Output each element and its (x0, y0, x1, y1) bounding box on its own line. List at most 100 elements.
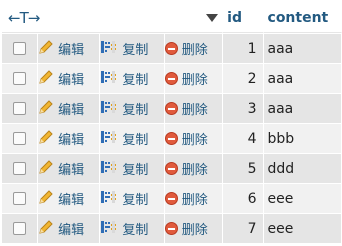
delete-label[interactable]: 删除 (182, 99, 208, 118)
edit-link[interactable]: 编辑 (38, 39, 84, 59)
header-actions-cell: ←T→ (2, 4, 224, 33)
delete-cell: 删除 (164, 183, 224, 213)
copy-label[interactable]: 复制 (122, 159, 148, 178)
delete-link[interactable]: 删除 (164, 189, 208, 208)
cell-id: 6 (223, 183, 264, 213)
table-header-row: ←T→ id content (2, 4, 342, 33)
delete-icon (164, 101, 178, 115)
copy-icon (100, 99, 118, 119)
copy-link[interactable]: 复制 (100, 69, 148, 89)
pencil-icon (38, 159, 54, 179)
row-checkbox[interactable] (13, 222, 27, 235)
column-header-content[interactable]: content (263, 4, 342, 33)
edit-cell: 编辑 (38, 33, 101, 63)
delete-label[interactable]: 删除 (182, 219, 208, 238)
delete-icon (164, 191, 178, 205)
edit-label[interactable]: 编辑 (58, 159, 84, 178)
copy-icon (100, 39, 118, 59)
copy-label[interactable]: 复制 (122, 189, 148, 208)
edit-cell: 编辑 (38, 93, 101, 123)
column-arrows-icon[interactable]: ←T→ (2, 9, 40, 27)
cell-id: 7 (223, 213, 264, 243)
delete-label[interactable]: 删除 (182, 129, 208, 148)
table-row: 编辑 复制 删除 6 eee (2, 183, 342, 213)
top-edge-fragment (2, 0, 32, 2)
copy-link[interactable]: 复制 (100, 99, 148, 119)
cell-id: 3 (223, 93, 264, 123)
delete-icon (164, 221, 178, 235)
delete-icon (164, 71, 178, 85)
copy-label[interactable]: 复制 (122, 99, 148, 118)
pencil-icon (38, 39, 54, 59)
delete-link[interactable]: 删除 (164, 39, 208, 58)
edit-link[interactable]: 编辑 (38, 219, 84, 239)
delete-link[interactable]: 删除 (164, 129, 208, 148)
cell-content: bbb (263, 123, 342, 153)
edit-cell: 编辑 (38, 63, 101, 93)
copy-icon (100, 189, 118, 209)
cell-id: 1 (223, 33, 264, 63)
row-checkbox[interactable] (13, 102, 27, 115)
copy-label[interactable]: 复制 (122, 219, 148, 238)
edit-label[interactable]: 编辑 (58, 219, 84, 238)
edit-cell: 编辑 (38, 183, 101, 213)
sort-triangle-icon[interactable] (206, 14, 219, 22)
edit-link[interactable]: 编辑 (38, 189, 84, 209)
table-row: 编辑 复制 删除 5 ddd (2, 153, 342, 183)
edit-label[interactable]: 编辑 (58, 99, 84, 118)
delete-label[interactable]: 删除 (182, 159, 208, 178)
pencil-icon (38, 189, 54, 209)
delete-cell: 删除 (164, 153, 224, 183)
edit-link[interactable]: 编辑 (38, 99, 84, 119)
table-body: 编辑 复制 删除 1 aaa 编辑 复制 删除 2 aaa 编辑 复制 删除 3 aaa 编辑 复制 删除 4 bbb… (2, 33, 342, 243)
row-checkbox-cell (2, 213, 39, 243)
column-header-id[interactable]: id (223, 4, 264, 33)
delete-link[interactable]: 删除 (164, 219, 208, 238)
copy-label[interactable]: 复制 (122, 129, 148, 148)
delete-link[interactable]: 删除 (164, 159, 208, 178)
row-checkbox-cell (2, 123, 39, 153)
copy-label[interactable]: 复制 (122, 69, 148, 88)
table-row: 编辑 复制 删除 1 aaa (2, 33, 342, 63)
edit-cell: 编辑 (38, 153, 101, 183)
row-checkbox[interactable] (13, 132, 27, 145)
results-table: ←T→ id content 编辑 复制 删除 1 aaa 编辑 复制 删除 2 aaa 编辑 复制删… (2, 4, 342, 243)
edit-label[interactable]: 编辑 (58, 129, 84, 148)
edit-label[interactable]: 编辑 (58, 189, 84, 208)
cell-content: aaa (263, 93, 342, 123)
edit-link[interactable]: 编辑 (38, 159, 84, 179)
edit-link[interactable]: 编辑 (38, 129, 84, 149)
copy-link[interactable]: 复制 (100, 159, 148, 179)
delete-label[interactable]: 删除 (182, 39, 208, 58)
cell-content: ddd (263, 153, 342, 183)
pencil-icon (38, 99, 54, 119)
edit-label[interactable]: 编辑 (58, 39, 84, 58)
copy-icon (100, 69, 118, 89)
copy-link[interactable]: 复制 (100, 129, 148, 149)
row-checkbox[interactable] (13, 42, 27, 55)
cell-content: aaa (263, 63, 342, 93)
edit-label[interactable]: 编辑 (58, 69, 84, 88)
row-checkbox[interactable] (13, 192, 27, 205)
delete-link[interactable]: 删除 (164, 99, 208, 118)
edit-link[interactable]: 编辑 (38, 69, 84, 89)
delete-label[interactable]: 删除 (182, 69, 208, 88)
copy-link[interactable]: 复制 (100, 219, 148, 239)
column-header-content-label[interactable]: content (268, 10, 329, 26)
table-row: 编辑 复制 删除 4 bbb (2, 123, 342, 153)
row-checkbox[interactable] (13, 72, 27, 85)
copy-icon (100, 129, 118, 149)
row-checkbox[interactable] (13, 162, 27, 175)
delete-icon (164, 131, 178, 145)
row-checkbox-cell (2, 183, 39, 213)
row-checkbox-cell (2, 33, 39, 63)
copy-cell: 复制 (100, 183, 165, 213)
delete-label[interactable]: 删除 (182, 189, 208, 208)
edit-cell: 编辑 (38, 123, 101, 153)
copy-cell: 复制 (100, 153, 165, 183)
copy-label[interactable]: 复制 (122, 39, 148, 58)
delete-link[interactable]: 删除 (164, 69, 208, 88)
copy-link[interactable]: 复制 (100, 189, 148, 209)
copy-link[interactable]: 复制 (100, 39, 148, 59)
column-header-id-label[interactable]: id (227, 10, 242, 26)
